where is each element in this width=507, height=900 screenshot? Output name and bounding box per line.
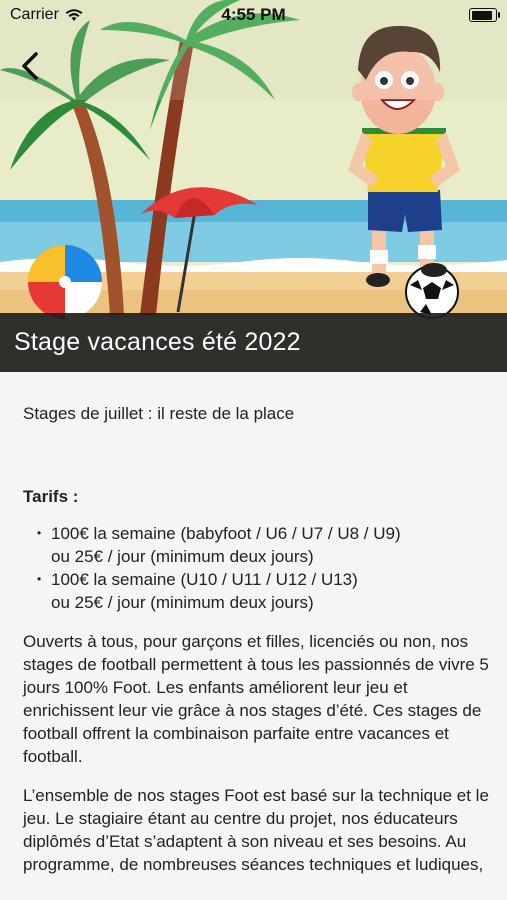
title-band: Stage vacances été 2022 (0, 313, 507, 372)
tarifs-heading: Tarifs : (23, 487, 79, 506)
tarif-line: 100€ la semaine (babyfoot / U6 / U7 / U8… (51, 524, 401, 543)
page-title: Stage vacances été 2022 (14, 328, 301, 356)
tarif-line: ou 25€ / jour (minimum deux jours) (51, 593, 314, 612)
back-button[interactable] (14, 48, 48, 84)
status-time: 4:55 PM (221, 5, 286, 24)
tarifs-list: 100€ la semaine (babyfoot / U6 / U7 / U8… (23, 522, 493, 614)
intro-text: Stages de juillet : il reste de la place (23, 404, 295, 423)
battery-icon (469, 8, 500, 22)
description-paragraph: L’ensemble de nos stages Foot est basé s… (23, 786, 489, 874)
tarif-line: 100€ la semaine (U10 / U11 / U12 / U13) (51, 570, 358, 589)
header-image: Stage vacances été 2022 (0, 0, 507, 372)
chevron-left-icon (22, 52, 38, 80)
list-item: 100€ la semaine (U10 / U11 / U12 / U13) … (23, 568, 493, 614)
status-bar: Carrier 4:55 PM (0, 0, 507, 30)
article-content: Stages de juillet : il reste de la place… (23, 372, 493, 876)
description-paragraph: Ouverts à tous, pour garçons et filles, … (23, 632, 489, 766)
tarif-line: ou 25€ / jour (minimum deux jours) (51, 547, 314, 566)
list-item: 100€ la semaine (babyfoot / U6 / U7 / U8… (23, 522, 493, 568)
